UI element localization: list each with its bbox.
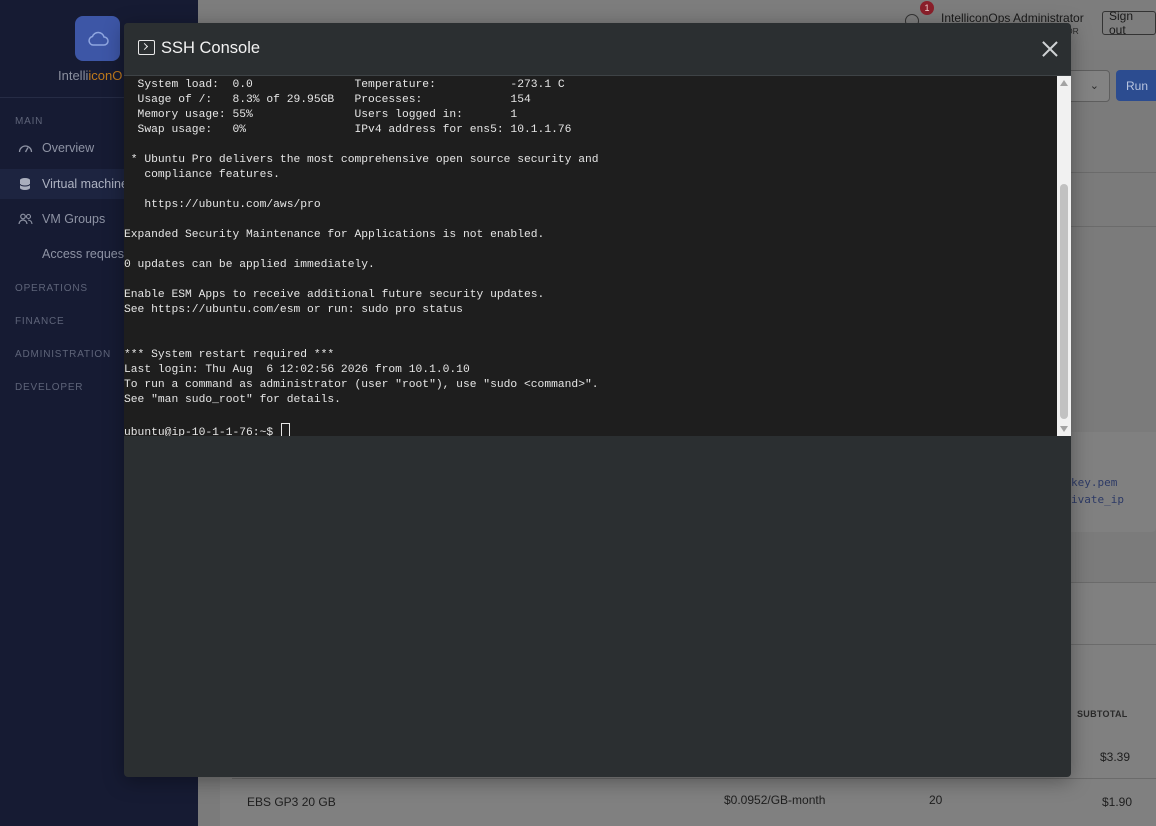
code-snippet: ivate_ip <box>1071 493 1124 506</box>
section-label-finance[interactable]: FINANCE <box>15 316 65 327</box>
row-rate: $0.0952/GB-month <box>724 793 826 807</box>
terminal-line: * Ubuntu Pro delivers the most comprehen… <box>124 154 599 166</box>
terminal-line: System load: 0.0 Temperature: -273.1 C <box>124 79 565 91</box>
terminal-line: Last login: Thu Aug 6 12:02:56 2026 from… <box>124 364 470 376</box>
scroll-down-arrow-icon[interactable] <box>1060 426 1068 432</box>
terminal-line: See https://ubuntu.com/esm or run: sudo … <box>124 304 463 316</box>
logo-tile[interactable] <box>75 16 120 61</box>
chevron-down-icon: ⌄ <box>1089 80 1099 92</box>
terminal-line: Usage of /: 8.3% of 29.95GB Processes: 1… <box>124 94 531 106</box>
terminal-line: Expanded Security Maintenance for Applic… <box>124 229 545 241</box>
subtotal-header: SUBTOTAL <box>1077 709 1128 719</box>
sidebar-item-label: Virtual machine <box>42 177 128 191</box>
divider <box>1071 226 1156 227</box>
terminal-scrollbar[interactable] <box>1057 76 1071 436</box>
terminal-output[interactable]: System load: 0.0 Temperature: -273.1 C U… <box>124 76 1057 436</box>
users-icon <box>17 211 33 227</box>
divider <box>232 778 1156 779</box>
sidebar-item-label: Overview <box>42 141 95 155</box>
terminal-line: Memory usage: 55% Users logged in: 1 <box>124 109 518 121</box>
terminal-line: 0 updates can be applied immediately. <box>124 259 375 271</box>
terminal-line: https://ubuntu.com/aws/pro <box>124 199 321 211</box>
terminal-line: To run a command as administrator (user … <box>124 379 599 391</box>
section-label-operations[interactable]: OPERATIONS <box>15 283 88 294</box>
close-button[interactable] <box>1040 39 1060 59</box>
code-snippet: key.pem <box>1071 476 1118 489</box>
terminal-line: Enable ESM Apps to receive additional fu… <box>124 289 545 301</box>
section-label-administration[interactable]: ADMINISTRATION <box>15 349 111 360</box>
scroll-up-arrow-icon[interactable] <box>1060 80 1068 86</box>
scroll-thumb[interactable] <box>1060 184 1068 419</box>
row-qty: 20 <box>929 793 943 807</box>
terminal-line: compliance features. <box>124 169 280 181</box>
gauge-icon <box>17 140 33 156</box>
row-subtotal: $3.39 <box>1100 750 1131 764</box>
row-name: EBS GP3 20 GB <box>247 795 336 809</box>
brand-name: IntelliiconO <box>58 68 123 83</box>
divider <box>1071 172 1156 173</box>
terminal-cursor <box>280 423 290 436</box>
sidebar-item-label: VM Groups <box>42 212 106 226</box>
modal-header: SSH Console <box>124 23 1071 76</box>
prompt-text: ubuntu@ip-10-1-1-76:~$ <box>124 427 280 436</box>
terminal-prompt[interactable]: ubuntu@ip-10-1-1-76:~$ <box>124 423 599 436</box>
terminal-lines: System load: 0.0 Temperature: -273.1 C U… <box>124 78 599 436</box>
section-label-developer[interactable]: DEVELOPER <box>15 382 83 393</box>
row-subtotal: $1.90 <box>1102 795 1133 809</box>
terminal-line: Swap usage: 0% IPv4 address for ens5: 10… <box>124 124 572 136</box>
ssh-console-modal: SSH Console System load: 0.0 Temperature… <box>124 23 1071 777</box>
cloud-icon <box>87 31 109 46</box>
sidebar-item-label: Access requests <box>42 247 134 261</box>
modal-title: SSH Console <box>161 39 261 57</box>
vm-select[interactable]: ⌄ <box>1066 70 1110 102</box>
terminal-icon <box>138 40 155 55</box>
section-label-main: MAIN <box>15 116 44 127</box>
terminal-line: See "man sudo_root" for details. <box>124 394 341 406</box>
database-icon <box>17 176 33 192</box>
notification-badge: 1 <box>920 1 934 15</box>
run-button[interactable]: Run <box>1116 70 1156 101</box>
terminal-line: *** System restart required *** <box>124 349 335 361</box>
sign-out-button[interactable]: Sign out <box>1102 9 1156 37</box>
